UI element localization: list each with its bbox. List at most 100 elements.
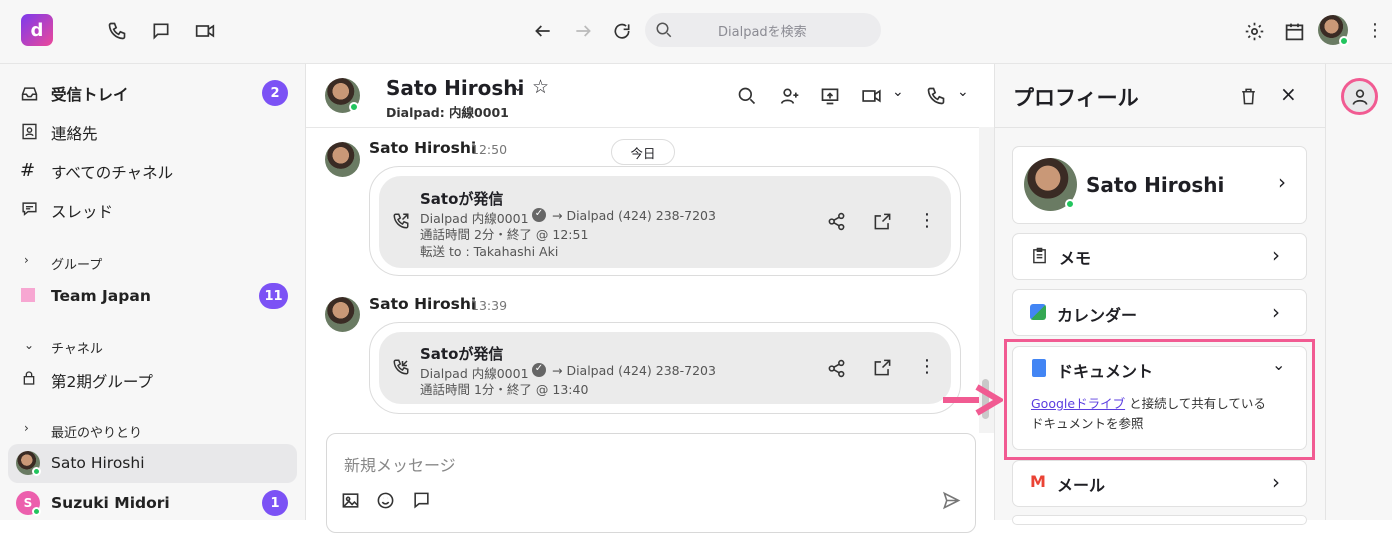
call-title: Satoが発信	[420, 190, 504, 208]
memo-label: メモ	[1059, 249, 1092, 268]
right-rail	[1325, 64, 1392, 520]
google-drive-link[interactable]: Googleドライブ	[1031, 396, 1125, 411]
chevron-down-icon[interactable]: ⌄	[892, 84, 904, 100]
more-vertical-icon[interactable]: ⋮	[1366, 20, 1384, 41]
call-duration: 通話時間 1分・終了 @ 13:40	[420, 382, 589, 397]
pointer-arrow-icon	[943, 384, 1003, 416]
hash-icon: #	[20, 160, 36, 181]
team-color-square	[21, 288, 35, 302]
image-icon[interactable]	[340, 490, 360, 510]
verified-icon: ✓	[532, 208, 546, 222]
person-icon	[1349, 86, 1370, 107]
chevron-right-icon[interactable]: ›	[1272, 470, 1280, 494]
star-icon[interactable]: ☆	[532, 76, 549, 98]
message-author: Sato Hiroshi	[369, 295, 477, 313]
calendar-icon[interactable]	[1283, 20, 1305, 42]
chevron-right-icon[interactable]: ›	[24, 421, 29, 435]
next-card	[1012, 515, 1307, 525]
documents-description: Googleドライブ と接続して共有している	[1031, 396, 1266, 411]
message-icon[interactable]	[150, 20, 172, 42]
outgoing-call-icon	[391, 211, 411, 231]
add-user-icon[interactable]	[779, 85, 800, 106]
screen-share-icon[interactable]	[819, 85, 840, 106]
more-vertical-icon[interactable]: ⋮	[918, 210, 936, 231]
profile-divider	[995, 127, 1325, 128]
recent-header[interactable]: 最近のやりとり	[51, 422, 142, 441]
threads-icon	[20, 200, 38, 218]
chevron-down-icon[interactable]: ⌄	[24, 338, 34, 352]
call-title: Satoが発信	[420, 345, 504, 363]
sidebar-item-team-japan[interactable]: Team Japan	[51, 287, 151, 305]
chat-contact-name[interactable]: Sato Hiroshi	[386, 76, 524, 100]
sidebar-item-inbox[interactable]: 受信トレイ	[51, 83, 129, 105]
forward-arrow-icon[interactable]	[572, 20, 594, 42]
google-calendar-icon	[1030, 304, 1046, 320]
contacts-icon	[20, 122, 38, 140]
inbox-count-badge: 2	[262, 80, 288, 106]
chevron-down-icon[interactable]: ⌄	[1272, 355, 1285, 374]
video-call-icon[interactable]	[860, 85, 882, 106]
memo-card[interactable]	[1012, 233, 1307, 280]
date-divider-today: 今日	[611, 139, 675, 165]
incoming-call-icon	[391, 357, 411, 377]
back-arrow-icon[interactable]	[532, 20, 554, 42]
call-to: → Dialpad (424) 238-7203	[552, 363, 716, 378]
mail-label: メール	[1057, 476, 1106, 495]
recent-count-badge: 1	[262, 490, 288, 516]
more-vertical-icon[interactable]: ⋮	[918, 356, 936, 377]
phone-call-icon[interactable]	[925, 85, 946, 106]
chat-subtitle: Dialpad: 内線0001	[386, 105, 509, 120]
user-avatar[interactable]	[1318, 15, 1349, 46]
profile-avatar	[1024, 158, 1077, 211]
gif-sticker-icon[interactable]	[411, 490, 431, 510]
trash-icon[interactable]	[1238, 86, 1258, 106]
chevron-right-icon[interactable]: ›	[1272, 243, 1280, 267]
documents-description-line2: ドキュメントを参照	[1031, 416, 1144, 431]
search-placeholder: Dialpadを検索	[718, 25, 807, 40]
open-external-icon[interactable]	[872, 357, 892, 377]
share-icon[interactable]	[826, 211, 846, 231]
chevron-right-icon[interactable]: ›	[1272, 300, 1280, 324]
chevron-right-icon[interactable]: ›	[24, 253, 29, 267]
recent-contact-suzuki[interactable]: Suzuki Midori	[51, 494, 170, 512]
message-author: Sato Hiroshi	[369, 139, 477, 157]
recent-contact-sato: Sato Hiroshi	[51, 454, 145, 472]
close-icon[interactable]: ×	[1280, 82, 1297, 106]
open-external-icon[interactable]	[872, 211, 892, 231]
search-icon	[655, 21, 673, 39]
message-avatar	[325, 142, 360, 177]
search-icon[interactable]	[736, 85, 757, 106]
send-icon[interactable]	[941, 490, 961, 510]
chat-header-divider	[306, 127, 994, 128]
sidebar-item-channel-group[interactable]: 第2期グループ	[51, 370, 153, 392]
channel-header[interactable]: チャネル	[51, 338, 103, 357]
sidebar-item-channels[interactable]: すべてのチャネル	[51, 161, 173, 183]
settings-icon[interactable]	[1243, 20, 1265, 42]
groups-header[interactable]: グループ	[51, 254, 102, 273]
message-avatar	[325, 297, 360, 332]
chevron-right-icon[interactable]: ›	[1278, 170, 1286, 194]
message-input[interactable]	[326, 433, 976, 533]
sidebar-item-threads[interactable]: スレッド	[51, 200, 113, 222]
chat-contact-avatar	[325, 78, 360, 113]
dialpad-logo[interactable]: d	[21, 14, 53, 46]
call-transfer: 転送 to : Takahashi Aki	[420, 244, 559, 259]
chevron-down-icon[interactable]: ⌄	[512, 79, 524, 95]
calendar-label: カレンダー	[1057, 306, 1138, 325]
team-count-badge: 11	[259, 283, 288, 309]
google-docs-icon	[1032, 359, 1046, 377]
phone-icon[interactable]	[106, 20, 128, 42]
message-time: 13:39	[471, 298, 508, 313]
message-input-placeholder: 新規メッセージ	[344, 456, 456, 475]
clipboard-icon	[1030, 245, 1048, 265]
video-icon[interactable]	[193, 20, 217, 42]
online-status-dot	[32, 507, 41, 516]
refresh-icon[interactable]	[611, 20, 633, 42]
emoji-icon[interactable]	[375, 490, 395, 510]
sidebar-item-contacts[interactable]: 連絡先	[51, 122, 98, 144]
verified-icon: ✓	[532, 363, 546, 377]
call-to: → Dialpad (424) 238-7203	[552, 208, 716, 223]
share-icon[interactable]	[826, 358, 846, 378]
chevron-down-icon[interactable]: ⌄	[957, 84, 969, 100]
message-time: 12:50	[471, 142, 508, 157]
